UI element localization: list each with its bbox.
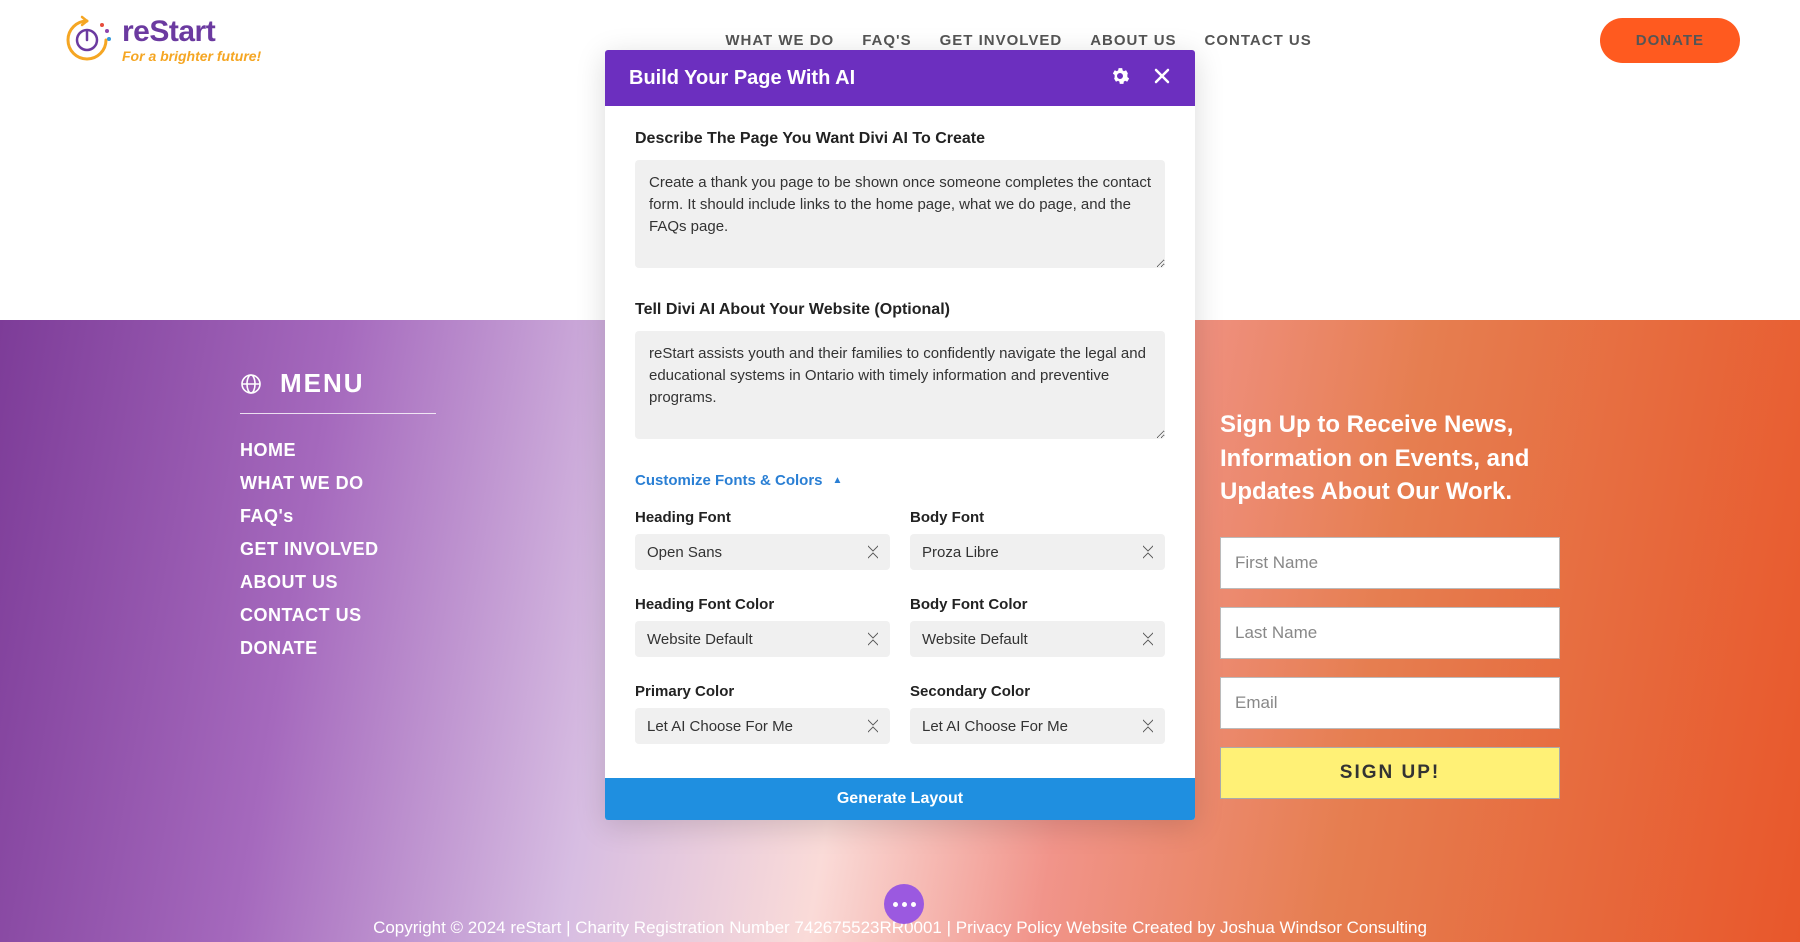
footer-link-about-us[interactable]: ABOUT US (240, 572, 620, 593)
footer-menu-title: MENU (280, 368, 365, 399)
body-font-select[interactable]: Proza Libre (910, 534, 1165, 570)
describe-textarea[interactable] (635, 160, 1165, 268)
logo-text: reStart For a brighter future! (122, 17, 261, 63)
describe-label: Describe The Page You Want Divi AI To Cr… (635, 130, 1165, 148)
nav-faqs[interactable]: FAQ'S (862, 32, 911, 49)
globe-icon (240, 373, 262, 395)
logo-tagline: For a brighter future! (122, 49, 261, 63)
first-name-input[interactable] (1220, 537, 1560, 589)
footer-link-get-involved[interactable]: GET INVOLVED (240, 539, 620, 560)
donate-button[interactable]: DONATE (1600, 18, 1740, 63)
footer-menu-column: MENU HOME WHAT WE DO FAQ's GET INVOLVED … (240, 368, 620, 942)
logo[interactable]: reStart For a brighter future! (60, 13, 261, 67)
logo-name: reStart (122, 17, 261, 47)
secondary-color-select[interactable]: Let AI Choose For Me (910, 708, 1165, 744)
nav-contact-us[interactable]: CONTACT US (1205, 32, 1312, 49)
body-color-select[interactable]: Website Default (910, 621, 1165, 657)
primary-color-label: Primary Color (635, 683, 890, 700)
heading-color-label: Heading Font Color (635, 596, 890, 613)
nav-get-involved[interactable]: GET INVOLVED (940, 32, 1063, 49)
modal-header: Build Your Page With AI (605, 50, 1195, 106)
generate-layout-button[interactable]: Generate Layout (605, 778, 1195, 820)
email-input[interactable] (1220, 677, 1560, 729)
modal-title: Build Your Page With AI (629, 67, 855, 90)
floating-action-button[interactable] (884, 884, 924, 924)
heading-font-select[interactable]: Open Sans (635, 534, 890, 570)
ai-builder-modal: Build Your Page With AI Describe The Pag… (605, 50, 1195, 820)
divider (240, 413, 436, 414)
last-name-input[interactable] (1220, 607, 1560, 659)
newsletter-signup: Sign Up to Receive News, Information on … (1220, 368, 1560, 942)
signup-button[interactable]: SIGN UP! (1220, 747, 1560, 799)
heading-font-label: Heading Font (635, 509, 890, 526)
primary-color-select[interactable]: Let AI Choose For Me (635, 708, 890, 744)
heading-color-select[interactable]: Website Default (635, 621, 890, 657)
modal-body: Describe The Page You Want Divi AI To Cr… (605, 106, 1195, 778)
footer-link-what-we-do[interactable]: WHAT WE DO (240, 473, 620, 494)
nav-about-us[interactable]: ABOUT US (1090, 32, 1176, 49)
footer-link-donate[interactable]: DONATE (240, 638, 620, 659)
nav-what-we-do[interactable]: WHAT WE DO (725, 32, 834, 49)
customize-toggle[interactable]: Customize Fonts & Colors ▲ (635, 472, 842, 489)
close-icon[interactable] (1153, 67, 1171, 90)
about-label: Tell Divi AI About Your Website (Optiona… (635, 301, 1165, 319)
logo-icon (60, 13, 114, 67)
footer-link-home[interactable]: HOME (240, 440, 620, 461)
gear-icon[interactable] (1111, 67, 1129, 90)
footer-link-faqs[interactable]: FAQ's (240, 506, 620, 527)
about-textarea[interactable] (635, 331, 1165, 439)
body-font-label: Body Font (910, 509, 1165, 526)
secondary-color-label: Secondary Color (910, 683, 1165, 700)
footer-menu-links: HOME WHAT WE DO FAQ's GET INVOLVED ABOUT… (240, 440, 620, 659)
body-color-label: Body Font Color (910, 596, 1165, 613)
signup-heading: Sign Up to Receive News, Information on … (1220, 408, 1560, 509)
ellipsis-icon (893, 902, 898, 907)
footer-link-contact-us[interactable]: CONTACT US (240, 605, 620, 626)
customize-label: Customize Fonts & Colors (635, 472, 823, 489)
triangle-up-icon: ▲ (833, 475, 843, 486)
